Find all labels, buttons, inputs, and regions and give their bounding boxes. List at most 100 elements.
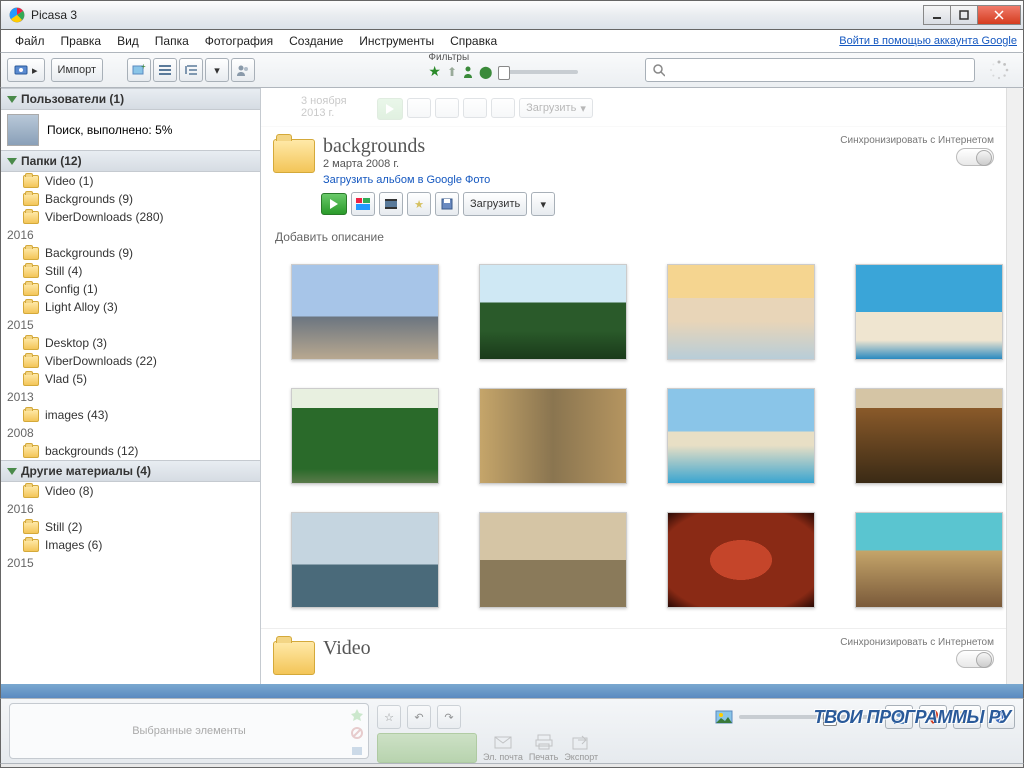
menu-folder[interactable]: Папка — [147, 32, 197, 50]
info-button[interactable]: i — [987, 705, 1015, 729]
menu-create[interactable]: Создание — [281, 32, 351, 50]
menu-view[interactable]: Вид — [109, 32, 147, 50]
close-button[interactable] — [977, 5, 1021, 25]
sidebar-user-row[interactable]: Поиск, выполнено: 5% — [1, 110, 260, 150]
sidebar-item[interactable]: Video (1) — [1, 172, 260, 190]
sidebar-item[interactable]: Config (1) — [1, 280, 260, 298]
thumbnail[interactable] — [855, 388, 1003, 484]
sidebar-year-label: 2016 — [1, 226, 260, 244]
thumbnail[interactable] — [479, 512, 627, 608]
filter-upload-icon[interactable]: ⬆ — [447, 65, 457, 79]
filter-star-icon[interactable]: ★ — [428, 63, 441, 80]
filter-geo-icon[interactable]: ⬤ — [479, 65, 492, 79]
sidebar-item[interactable]: Video (8) — [1, 482, 260, 500]
geotag-button[interactable] — [919, 705, 947, 729]
sidebar-item[interactable]: Vlad (5) — [1, 370, 260, 388]
rotate-left-button[interactable]: ↶ — [407, 705, 431, 729]
sync-toggle[interactable] — [956, 650, 994, 668]
menu-tools[interactable]: Инструменты — [351, 32, 442, 50]
thumbnail[interactable] — [479, 264, 627, 360]
import-source-button[interactable]: ▸ — [7, 58, 45, 82]
album-description[interactable]: Добавить описание — [261, 222, 1006, 252]
minimize-button[interactable] — [923, 5, 951, 25]
thumbnail[interactable] — [291, 388, 439, 484]
thumbnail[interactable] — [291, 264, 439, 360]
menu-help[interactable]: Справка — [442, 32, 505, 50]
chevron-down-icon — [7, 96, 17, 103]
collage-button[interactable] — [351, 192, 375, 216]
play-slideshow-button[interactable] — [321, 193, 347, 215]
sidebar-item[interactable]: Desktop (3) — [1, 334, 260, 352]
sidebar-item[interactable]: Still (4) — [1, 262, 260, 280]
tool-button[interactable] — [463, 98, 487, 118]
selection-tray[interactable]: Выбранные элементы — [9, 703, 369, 759]
sidebar-item[interactable]: Images (6) — [1, 536, 260, 554]
thumbnail[interactable] — [479, 388, 627, 484]
sidebar-item[interactable]: images (43) — [1, 406, 260, 424]
signin-link[interactable]: Войти в помощью аккаунта Google — [839, 35, 1017, 47]
sync-toggle[interactable] — [956, 148, 994, 166]
thumbnail[interactable] — [667, 388, 815, 484]
filter-person-icon[interactable] — [463, 66, 473, 78]
thumbnail[interactable] — [291, 512, 439, 608]
save-button[interactable] — [435, 192, 459, 216]
star-button[interactable]: ☆ — [377, 705, 401, 729]
sidebar-item[interactable]: Still (2) — [1, 518, 260, 536]
export-action[interactable]: Экспорт — [564, 734, 598, 762]
play-button[interactable] — [377, 98, 403, 120]
star-button[interactable]: ★ — [407, 192, 431, 216]
menu-file[interactable]: Файл — [7, 32, 53, 50]
sidebar-folders-header[interactable]: Папки (12) — [1, 150, 260, 172]
view-dropdown-button[interactable]: ▾ — [205, 58, 229, 82]
sidebar-item[interactable]: Light Alloy (3) — [1, 298, 260, 316]
maximize-button[interactable] — [950, 5, 978, 25]
album-toolbar: ★ Загрузить ▾ — [261, 192, 1006, 222]
rotate-right-button[interactable]: ↷ — [437, 705, 461, 729]
tag-button[interactable] — [953, 705, 981, 729]
movie-button[interactable] — [379, 192, 403, 216]
tool-button[interactable] — [491, 98, 515, 118]
vertical-scrollbar[interactable] — [1006, 88, 1023, 684]
search-progress-label: Поиск, выполнено: 5% — [47, 123, 172, 137]
upload-button[interactable]: Загрузить — [463, 192, 527, 216]
previous-album-strip: 3 ноября 2013 г. Загрузить ▾ — [261, 88, 1006, 127]
menu-edit[interactable]: Правка — [53, 32, 110, 50]
hold-icon[interactable] — [350, 744, 364, 758]
thumbnail[interactable] — [855, 264, 1003, 360]
view-list-button[interactable] — [153, 58, 177, 82]
search-box[interactable] — [645, 58, 975, 82]
people-button[interactable] — [231, 58, 255, 82]
sidebar-users-header[interactable]: Пользователи (1) — [1, 88, 260, 110]
new-album-button[interactable]: + — [127, 58, 151, 82]
sidebar-item[interactable]: ViberDownloads (280) — [1, 208, 260, 226]
upload-dropdown-button[interactable]: ▾ — [531, 192, 555, 216]
tool-button[interactable] — [435, 98, 459, 118]
sidebar-item[interactable]: Backgrounds (9) — [1, 190, 260, 208]
sync-label: Синхронизировать с Интернетом — [840, 135, 994, 146]
search-input[interactable] — [665, 63, 968, 77]
menu-photo[interactable]: Фотография — [197, 32, 281, 50]
email-action[interactable]: Эл. почта — [483, 734, 523, 762]
chevron-down-icon — [7, 468, 17, 475]
upload-album-link[interactable]: Загрузить альбом в Google Фото — [323, 174, 490, 186]
thumbnail[interactable] — [667, 264, 815, 360]
view-tree-button[interactable] — [179, 58, 203, 82]
import-button[interactable]: Импорт — [51, 58, 103, 82]
upload-google-button[interactable] — [377, 733, 477, 763]
upload-button[interactable]: Загрузить ▾ — [519, 98, 593, 118]
pin-icon[interactable] — [350, 708, 364, 722]
sidebar-item[interactable]: Backgrounds (9) — [1, 244, 260, 262]
filter-slider[interactable] — [498, 70, 578, 74]
thumbnail[interactable] — [667, 512, 815, 608]
thumbnail[interactable] — [855, 512, 1003, 608]
sidebar-item[interactable]: ViberDownloads (22) — [1, 352, 260, 370]
zoom-slider[interactable] — [739, 715, 879, 719]
sidebar-other-header[interactable]: Другие материалы (4) — [1, 460, 260, 482]
print-action[interactable]: Печать — [529, 734, 558, 762]
tag-people-button[interactable] — [885, 705, 913, 729]
tool-button[interactable] — [407, 98, 431, 118]
loading-spinner-icon — [989, 60, 1009, 80]
sidebar-item[interactable]: backgrounds (12) — [1, 442, 260, 460]
clear-icon[interactable] — [350, 726, 364, 740]
status-bar — [0, 764, 1024, 768]
